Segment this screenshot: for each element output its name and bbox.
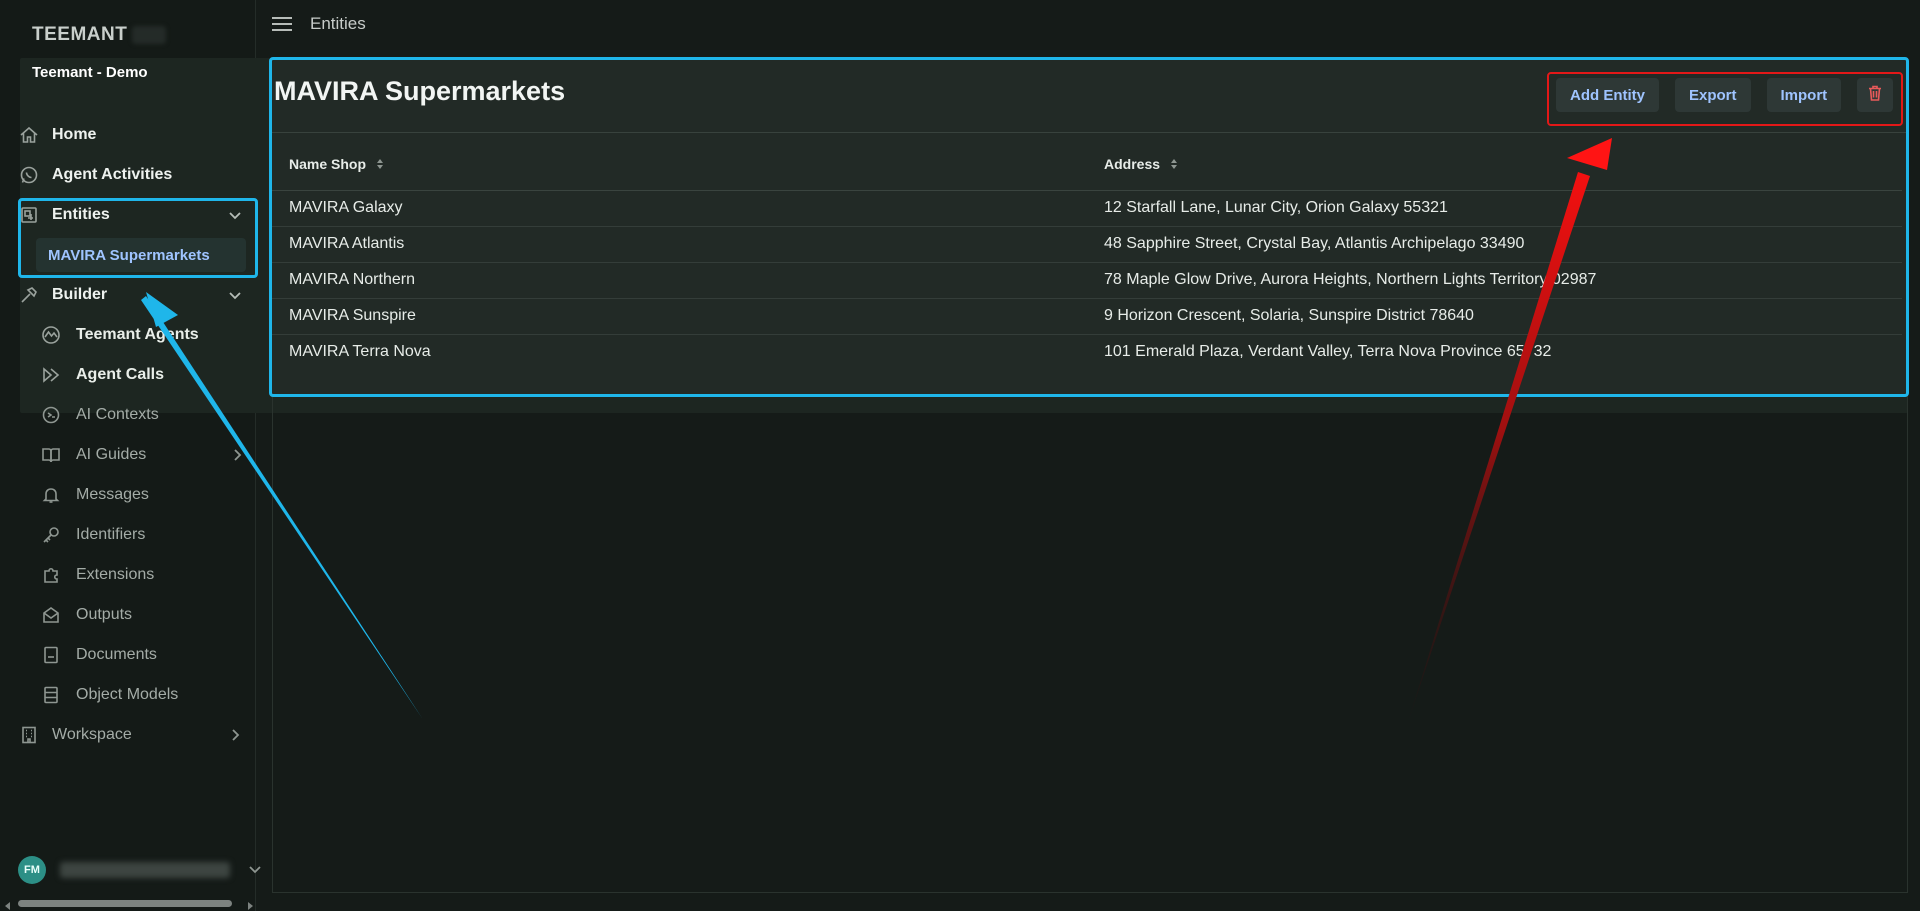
sidebar-item-agent-calls[interactable]: Agent Calls — [40, 360, 246, 390]
delete-button[interactable] — [1857, 78, 1894, 112]
object-model-icon — [40, 684, 62, 706]
entities-icon — [18, 204, 40, 226]
sidebar-item-label: Identifiers — [76, 526, 146, 543]
export-button[interactable]: Export — [1675, 78, 1751, 112]
sidebar-item-home[interactable]: Home — [18, 120, 244, 150]
sidebar-item-label: Object Models — [76, 686, 179, 703]
whatsapp-icon — [18, 164, 40, 186]
sidebar-item-label: Builder — [52, 286, 108, 303]
chevron-down-icon[interactable] — [226, 286, 244, 304]
chevron-right-icon[interactable] — [226, 726, 244, 744]
sidebar-item-messages[interactable]: Messages — [40, 480, 246, 510]
table-header-row: Name Shop Address — [272, 140, 1902, 191]
sidebar-item-label: MAVIRA Supermarkets — [48, 246, 210, 264]
puzzle-icon — [40, 564, 62, 586]
envelope-icon — [40, 604, 62, 626]
book-icon — [40, 444, 62, 466]
workspace-name[interactable]: Teemant - Demo — [32, 64, 148, 81]
sidebar-item-label: Workspace — [52, 726, 132, 743]
chevron-down-icon[interactable] — [246, 860, 264, 878]
sidebar-item-label: Extensions — [76, 566, 155, 583]
document-icon — [40, 644, 62, 666]
entities-table: Name Shop Address MAVIRA Galaxy 12 Starf… — [272, 140, 1902, 370]
page-breadcrumb: Entities — [310, 14, 366, 33]
sidebar-item-label: Agent Calls — [76, 366, 165, 383]
sidebar-item-outputs[interactable]: Outputs — [40, 600, 246, 630]
sidebar-item-builder[interactable]: Builder — [18, 280, 244, 310]
sidebar-item-ai-guides[interactable]: AI Guides — [40, 440, 246, 470]
cell-name-shop: MAVIRA Terra Nova — [289, 343, 431, 361]
sidebar-item-object-models[interactable]: Object Models — [40, 680, 246, 710]
sidebar-item-mavira-supermarkets[interactable]: MAVIRA Supermarkets — [36, 238, 246, 272]
scrollbar-thumb[interactable] — [18, 900, 232, 907]
table-row[interactable]: MAVIRA Sunspire 9 Horizon Crescent, Sola… — [272, 298, 1902, 335]
key-icon — [40, 524, 62, 546]
cell-address: 48 Sapphire Street, Crystal Bay, Atlanti… — [1087, 226, 1902, 263]
building-icon — [18, 724, 40, 746]
sidebar-item-ai-contexts[interactable]: AI Contexts — [40, 400, 246, 430]
column-header-name-shop[interactable]: Name Shop — [272, 140, 1087, 191]
sort-icon[interactable] — [1170, 157, 1178, 173]
sidebar-item-label: Outputs — [76, 606, 133, 623]
table-row[interactable]: MAVIRA Terra Nova 101 Emerald Plaza, Ver… — [272, 334, 1902, 370]
user-name-redacted — [60, 862, 230, 878]
sidebar-item-label: Messages — [76, 486, 149, 503]
home-icon — [18, 124, 40, 146]
cell-address: 101 Emerald Plaza, Verdant Valley, Terra… — [1104, 343, 1552, 361]
cell-address: 9 Horizon Crescent, Solaria, Sunspire Di… — [1087, 298, 1902, 335]
cell-name-shop: MAVIRA Sunspire — [272, 298, 1087, 335]
sidebar-item-documents[interactable]: Documents — [40, 640, 246, 670]
sidebar-item-agent-activities[interactable]: Agent Activities — [18, 160, 244, 190]
sidebar-item-label: Documents — [76, 646, 157, 663]
chevron-down-icon[interactable] — [226, 206, 244, 224]
hammer-icon — [18, 284, 40, 306]
sidebar-item-workspace[interactable]: Workspace — [18, 720, 244, 750]
entity-actions: Add Entity Export Import — [1556, 78, 1894, 112]
sidebar-item-extensions[interactable]: Extensions — [40, 560, 246, 590]
cell-address: 12 Starfall Lane, Lunar City, Orion Gala… — [1087, 190, 1902, 227]
sidebar-item-label: Agent Activities — [52, 166, 173, 183]
sidebar-item-teemant-agents[interactable]: Teemant Agents — [40, 320, 246, 350]
add-entity-button[interactable]: Add Entity — [1556, 78, 1659, 112]
sidebar-item-identifiers[interactable]: Identifiers — [40, 520, 246, 550]
sidebar-item-entities[interactable]: Entities — [18, 200, 244, 230]
cell-name-shop: MAVIRA Northern — [272, 262, 1087, 299]
sidebar-item-label: Teemant Agents — [76, 326, 199, 343]
cell-name-shop: MAVIRA Galaxy — [272, 190, 1087, 227]
trash-icon — [1868, 85, 1882, 105]
cell-address: 78 Maple Glow Drive, Aurora Heights, Nor… — [1087, 262, 1902, 299]
avatar: FM — [18, 856, 46, 884]
context-icon — [40, 404, 62, 426]
play-forward-icon — [40, 364, 62, 386]
sidebar-item-label: AI Contexts — [76, 406, 159, 423]
sort-icon[interactable] — [376, 157, 384, 173]
card-divider — [272, 132, 1906, 133]
sidebar-item-label: Home — [52, 126, 97, 143]
sidebar-item-label: AI Guides — [76, 446, 147, 463]
sidebar-item-label: Entities — [52, 206, 110, 223]
table-row[interactable]: MAVIRA Galaxy 12 Starfall Lane, Lunar Ci… — [272, 190, 1902, 227]
brand-logo: TEEMANT — [32, 24, 128, 45]
hamburger-menu-icon[interactable] — [272, 14, 292, 34]
table-row[interactable]: MAVIRA Northern 78 Maple Glow Drive, Aur… — [272, 262, 1902, 299]
page-title: MAVIRA Supermarkets — [274, 76, 566, 106]
top-bar: Entities — [272, 14, 366, 34]
chevron-right-icon[interactable] — [228, 446, 246, 464]
cell-name-shop: MAVIRA Atlantis — [272, 226, 1087, 263]
agent-icon — [40, 324, 62, 346]
horizontal-scrollbar[interactable] — [4, 898, 254, 910]
bell-icon — [40, 484, 62, 506]
column-header-address[interactable]: Address — [1087, 140, 1902, 191]
brand-badge — [132, 26, 166, 44]
user-menu[interactable]: FM — [18, 856, 261, 884]
table-row[interactable]: MAVIRA Atlantis 48 Sapphire Street, Crys… — [272, 226, 1902, 263]
import-button[interactable]: Import — [1766, 78, 1842, 112]
